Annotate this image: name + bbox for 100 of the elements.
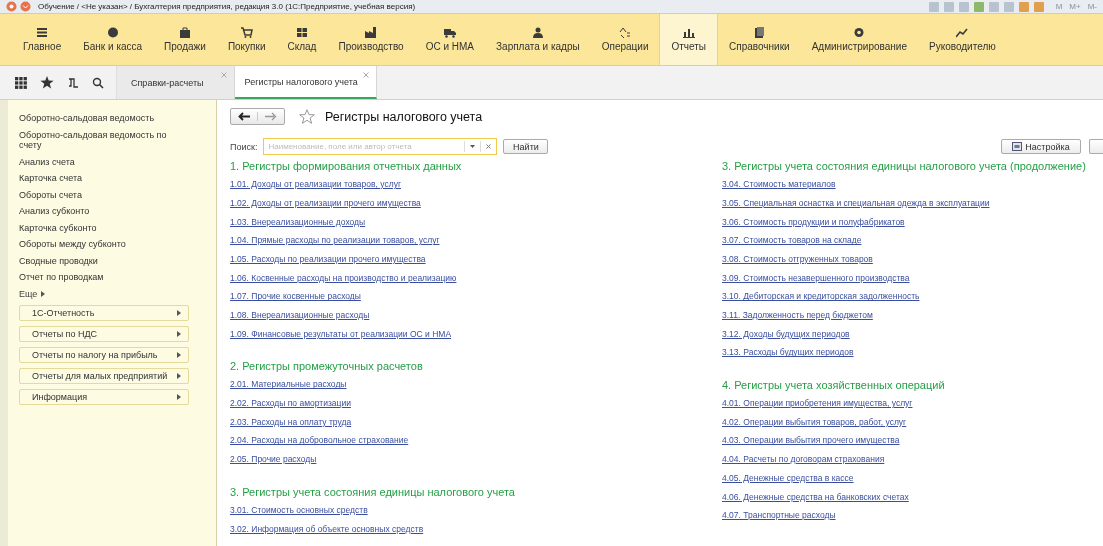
- report-link[interactable]: 3.07. Стоимость товаров на складе: [722, 235, 862, 246]
- coin-icon: [106, 27, 119, 38]
- section-tab[interactable]: Зарплата и кадры: [485, 14, 591, 65]
- caret-icon: [177, 393, 181, 400]
- section-tab[interactable]: Справочники: [718, 14, 801, 65]
- cart-icon: [240, 27, 253, 38]
- bar-chart-icon: [682, 27, 695, 38]
- report-link[interactable]: 4.05. Денежные средства в кассе: [722, 472, 854, 483]
- report-link[interactable]: 3.01. Стоимость основных средств: [230, 504, 368, 515]
- section-tab[interactable]: Администрирование: [800, 14, 918, 65]
- grid-icon: [295, 27, 308, 38]
- report-link[interactable]: 4.03. Операции выбытия прочего имущества: [722, 435, 900, 446]
- report-link[interactable]: 3.04. Стоимость материалов: [722, 179, 836, 190]
- sidebar-link[interactable]: Сводные проводки: [19, 252, 184, 269]
- section-tab[interactable]: Покупки: [216, 14, 277, 65]
- section-tab[interactable]: Главное: [12, 14, 73, 65]
- report-link[interactable]: 3.06. Стоимость продукции и полуфабрикатов: [722, 216, 905, 227]
- tab[interactable]: Регистры налогового учета: [234, 66, 377, 99]
- sidebar-link[interactable]: Карточка счета: [19, 170, 184, 187]
- truck-icon: [443, 27, 456, 38]
- page-title: Регистры налогового учета: [325, 109, 483, 124]
- caret-icon: [177, 351, 181, 358]
- tab[interactable]: Справки-расчеты: [117, 66, 235, 99]
- report-link[interactable]: 4.07. Транспортные расходы: [722, 510, 836, 521]
- gear-icon: [853, 27, 866, 38]
- section-tab[interactable]: Отчеты: [659, 14, 719, 65]
- close-icon[interactable]: [362, 72, 369, 78]
- report-link[interactable]: 1.05. Расходы по реализации прочего имущества: [230, 253, 426, 264]
- report-link[interactable]: 3.13. Расходы будущих периодов: [722, 347, 854, 358]
- section-tab[interactable]: ОС и НМА: [414, 14, 486, 65]
- report-link[interactable]: 1.02. Доходы от реализации прочего имущества: [230, 197, 421, 208]
- sidebar-link[interactable]: Оборотно-сальдовая ведомость: [19, 110, 184, 127]
- star-outline-icon[interactable]: [299, 109, 315, 124]
- report-link[interactable]: 1.03. Внереализационные доходы: [230, 216, 366, 227]
- app-logo-icon: [6, 1, 17, 12]
- settings-icon: [1012, 142, 1023, 151]
- sidebar-link[interactable]: Анализ счета: [19, 153, 184, 170]
- report-link[interactable]: 2.04. Расходы на добровольное страхование: [230, 435, 409, 446]
- search-icon[interactable]: [92, 76, 104, 89]
- report-link[interactable]: 1.04. Прямые расходы по реализации товаров, услуг: [230, 235, 440, 246]
- report-link[interactable]: 1.06. Косвенные расходы на производство и реализацию: [230, 272, 457, 283]
- find-button[interactable]: Найти: [503, 139, 549, 154]
- group-button[interactable]: Информация: [19, 388, 189, 405]
- caret-icon: [177, 330, 181, 337]
- report-link[interactable]: 1.01. Доходы от реализации товаров, услуг: [230, 179, 401, 190]
- report-link[interactable]: 3.02. Информация об объекте основных средств: [230, 523, 424, 534]
- sidebar-link[interactable]: Обороты счета: [19, 186, 184, 203]
- bag-icon: [179, 27, 191, 38]
- history-icon[interactable]: [67, 76, 79, 89]
- sidebar-link[interactable]: Карточка субконто: [19, 219, 184, 236]
- report-link[interactable]: 3.05. Специальная оснастка и специальная одежда в эксплуатации: [722, 197, 990, 208]
- group-button[interactable]: Отчеты для малых предприятий: [19, 367, 189, 384]
- report-link[interactable]: 2.02. Расходы по амортизации: [230, 398, 351, 409]
- list-icon: [36, 27, 49, 38]
- section-heading: 4. Регистры учета хозяйственных операций: [722, 377, 945, 392]
- section-tab[interactable]: Производство: [327, 14, 415, 65]
- caret-icon: [177, 372, 181, 379]
- person-icon: [531, 27, 544, 38]
- section-tab[interactable]: Руководителю: [918, 14, 1007, 65]
- section-tab[interactable]: Склад: [276, 14, 328, 65]
- search-input[interactable]: Наименование, поле или автор отчета: [264, 142, 465, 151]
- menu-icon[interactable]: [20, 1, 31, 12]
- group-button[interactable]: Отчеты по налогу на прибыль: [19, 346, 189, 363]
- report-link[interactable]: 3.08. Стоимость отгруженных товаров: [722, 253, 873, 264]
- report-link[interactable]: 3.12. Доходы будущих периодов: [722, 328, 850, 339]
- report-link[interactable]: 4.06. Денежные средства на банковских счетах: [722, 491, 909, 502]
- sidebar-link[interactable]: Обороты между субконто: [19, 236, 184, 253]
- report-link[interactable]: 3.10. Дебиторская и кредиторская задолженность: [722, 291, 920, 302]
- report-link[interactable]: 2.01. Материальные расходы: [230, 379, 347, 390]
- more-link[interactable]: Еще: [19, 285, 46, 303]
- sidebar-link[interactable]: Отчет по проводкам: [19, 269, 184, 286]
- group-button[interactable]: 1С-Отчетность: [19, 304, 189, 321]
- report-link[interactable]: 1.09. Финансовые результаты от реализации ОС и НМА: [230, 328, 452, 339]
- report-link[interactable]: 4.04. Расчеты по договорам страхования: [722, 454, 885, 465]
- trend-icon: [956, 27, 969, 38]
- section-heading: 3. Регистры учета состояния единицы налогового учета (продолжение): [722, 159, 1086, 173]
- search-label: Поиск:: [230, 141, 258, 152]
- toolbar-button[interactable]: [1089, 139, 1103, 154]
- section-heading: 3. Регистры учета состояния единицы налогового учета: [230, 484, 515, 499]
- navigation-buttons[interactable]: [230, 108, 285, 125]
- report-link[interactable]: 4.02. Операции выбытия товаров, работ, услуг: [722, 416, 907, 427]
- report-link[interactable]: 3.09. Стоимость незавершенного производства: [722, 272, 910, 283]
- search-box[interactable]: Наименование, поле или автор отчета: [263, 138, 498, 155]
- report-link[interactable]: 2.05. Прочие расходы: [230, 454, 317, 465]
- sidebar-link[interactable]: Оборотно-сальдовая ведомость по счету: [19, 126, 184, 154]
- caret-icon: [177, 309, 181, 316]
- report-link[interactable]: 2.03. Расходы на оплату труда: [230, 416, 352, 427]
- section-tab[interactable]: Банк и касса: [72, 14, 154, 65]
- group-button[interactable]: Отчеты по НДС: [19, 325, 189, 342]
- caret-icon: [41, 290, 46, 297]
- report-link[interactable]: 3.11. Задолженность перед бюджетом: [722, 310, 873, 320]
- sidebar-link[interactable]: Анализ субконто: [19, 203, 184, 220]
- report-link[interactable]: 1.08. Внереализационные расходы: [230, 310, 370, 320]
- star-icon[interactable]: [40, 76, 54, 89]
- report-link[interactable]: 1.07. Прочие косвенные расходы: [230, 291, 361, 302]
- section-tab[interactable]: Операции: [590, 14, 660, 65]
- section-tab[interactable]: Продажи: [153, 14, 217, 65]
- apps-grid-icon[interactable]: [15, 76, 27, 89]
- settings-button[interactable]: Настройка: [1001, 139, 1081, 154]
- report-link[interactable]: 4.01. Операции приобретения имущества, услуг: [722, 398, 913, 409]
